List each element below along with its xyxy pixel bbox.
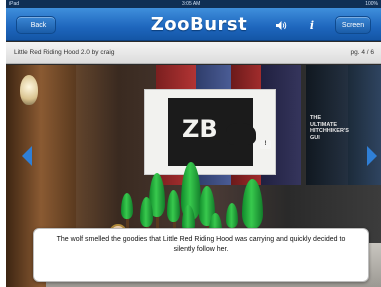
book-title: Little Red Riding Hood 2.0 by craig <box>14 49 115 56</box>
tree <box>167 190 180 222</box>
next-page-arrow-icon[interactable] <box>367 146 377 166</box>
clock: 3:05 AM <box>182 1 201 7</box>
book-spine-text: THE ULTIMATE HITCHHIKER'S GUI <box>310 115 349 141</box>
back-button-label: Back <box>30 21 47 29</box>
info-button[interactable]: i <box>304 18 320 33</box>
tree <box>242 179 263 229</box>
tree <box>121 193 133 219</box>
bear-silhouette <box>226 123 256 145</box>
app-title: ZooBurst <box>150 14 248 35</box>
tree <box>226 203 238 228</box>
background-book <box>348 65 381 185</box>
speaker-icon[interactable] <box>273 18 289 33</box>
page-indicator: pg. 4 / 6 <box>350 49 375 56</box>
previous-page-arrow-icon[interactable] <box>22 146 32 166</box>
battery-label: 100% <box>365 1 378 7</box>
status-bar: iPad 3:05 AM 100% <box>6 0 381 8</box>
story-caption: The wolf smelled the goodies that Little… <box>33 228 369 282</box>
speaker-icon-glyph <box>276 21 287 30</box>
lamp-bulb <box>20 75 38 105</box>
back-button[interactable]: Back <box>16 16 56 34</box>
screen-button-label: Screen <box>341 21 365 29</box>
comment-icon[interactable]: ! <box>260 140 271 149</box>
screen-button[interactable]: Screen <box>335 16 371 34</box>
marker-card-letters: ZB <box>182 115 218 143</box>
book-title-bar: Little Red Riding Hood 2.0 by craig pg. … <box>6 42 381 64</box>
app-window: iPad 3:05 AM 100% Back ZooBurst i Screen… <box>6 0 381 287</box>
carrier-label: iPad <box>9 1 20 7</box>
nav-bar: Back ZooBurst i Screen <box>6 8 381 41</box>
